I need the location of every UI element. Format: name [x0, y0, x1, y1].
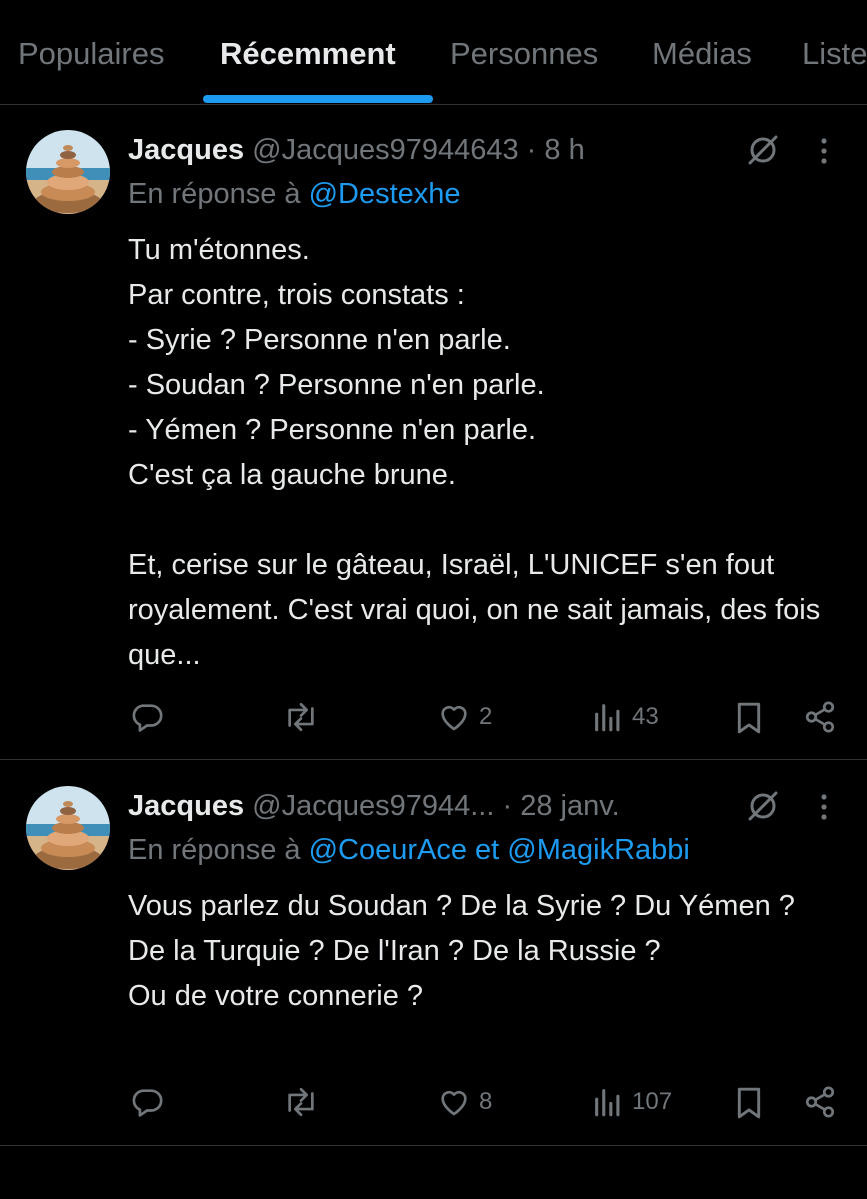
reply-context: En réponse à @CoeurAce et @MagikRabbi — [128, 832, 690, 868]
views-button[interactable]: 107 — [592, 1085, 672, 1119]
reply-mention-link[interactable]: @Destexhe — [309, 178, 461, 210]
tweet[interactable]: Jacques @Jacques97944... · 28 janv. En r… — [0, 760, 867, 1146]
tweet[interactable]: Jacques @Jacques97944643 · 8 h En répons… — [0, 104, 867, 760]
reply-icon — [130, 700, 164, 734]
share-icon — [803, 700, 837, 734]
author-name[interactable]: Jacques — [128, 790, 244, 822]
reply-button[interactable] — [130, 1085, 164, 1119]
like-count: 2 — [479, 703, 493, 730]
tweet-header: Jacques @Jacques97944643 · 8 h — [128, 132, 585, 168]
bookmark-icon — [733, 700, 765, 736]
repost-icon — [282, 1085, 320, 1119]
author-name[interactable]: Jacques — [128, 134, 244, 166]
share-button[interactable] — [803, 1085, 837, 1119]
reply-prefix: En réponse à — [128, 834, 309, 866]
tweet-time[interactable]: 28 janv. — [520, 790, 619, 822]
grok-icon[interactable] — [746, 133, 780, 172]
reply-icon — [130, 1085, 164, 1119]
grok-icon[interactable] — [746, 789, 780, 828]
tweet-time[interactable]: 8 h — [544, 134, 584, 166]
reply-prefix: En réponse à — [128, 178, 309, 210]
view-count: 43 — [632, 703, 659, 730]
bookmark-button[interactable] — [733, 700, 765, 736]
view-count: 107 — [632, 1088, 673, 1115]
tab-listes[interactable]: Listes — [802, 34, 867, 74]
bookmark-button[interactable] — [733, 1085, 765, 1121]
tweet-header: Jacques @Jacques97944... · 28 janv. — [128, 788, 620, 824]
like-count: 8 — [479, 1088, 493, 1115]
views-icon — [592, 700, 624, 734]
search-tabs: Populaires Récemment Personnes Médias Li… — [0, 0, 867, 105]
like-button[interactable]: 8 — [437, 1085, 492, 1119]
separator-dot: · — [494, 790, 521, 822]
bookmark-icon — [733, 1085, 765, 1121]
share-button[interactable] — [803, 700, 837, 734]
more-icon[interactable] — [816, 136, 832, 171]
tab-recemment[interactable]: Récemment — [220, 34, 396, 74]
tweet-text: Vous parlez du Soudan ? De la Syrie ? Du… — [128, 890, 795, 1012]
reply-mention-links[interactable]: @CoeurAce et @MagikRabbi — [309, 834, 690, 866]
author-handle[interactable]: @Jacques97944643 — [252, 134, 518, 166]
repost-icon — [282, 700, 320, 734]
repost-button[interactable] — [282, 1085, 320, 1119]
avatar[interactable] — [26, 786, 110, 870]
tab-populaires[interactable]: Populaires — [18, 34, 164, 74]
tab-medias[interactable]: Médias — [652, 34, 752, 74]
heart-icon — [437, 700, 471, 734]
separator-dot: · — [518, 134, 545, 166]
views-button[interactable]: 43 — [592, 700, 659, 734]
tab-personnes[interactable]: Personnes — [450, 34, 598, 74]
avatar-stacked-stones-image — [26, 786, 110, 870]
author-handle[interactable]: @Jacques97944... — [252, 790, 494, 822]
more-icon[interactable] — [816, 792, 832, 827]
avatar[interactable] — [26, 130, 110, 214]
active-tab-indicator — [203, 95, 433, 103]
reply-context: En réponse à @Destexhe — [128, 176, 461, 212]
reply-button[interactable] — [130, 700, 164, 734]
repost-button[interactable] — [282, 700, 320, 734]
avatar-stacked-stones-image — [26, 130, 110, 214]
tweet-text: Tu m'étonnes. Par contre, trois constats… — [128, 234, 821, 671]
heart-icon — [437, 1085, 471, 1119]
views-icon — [592, 1085, 624, 1119]
share-icon — [803, 1085, 837, 1119]
like-button[interactable]: 2 — [437, 700, 492, 734]
